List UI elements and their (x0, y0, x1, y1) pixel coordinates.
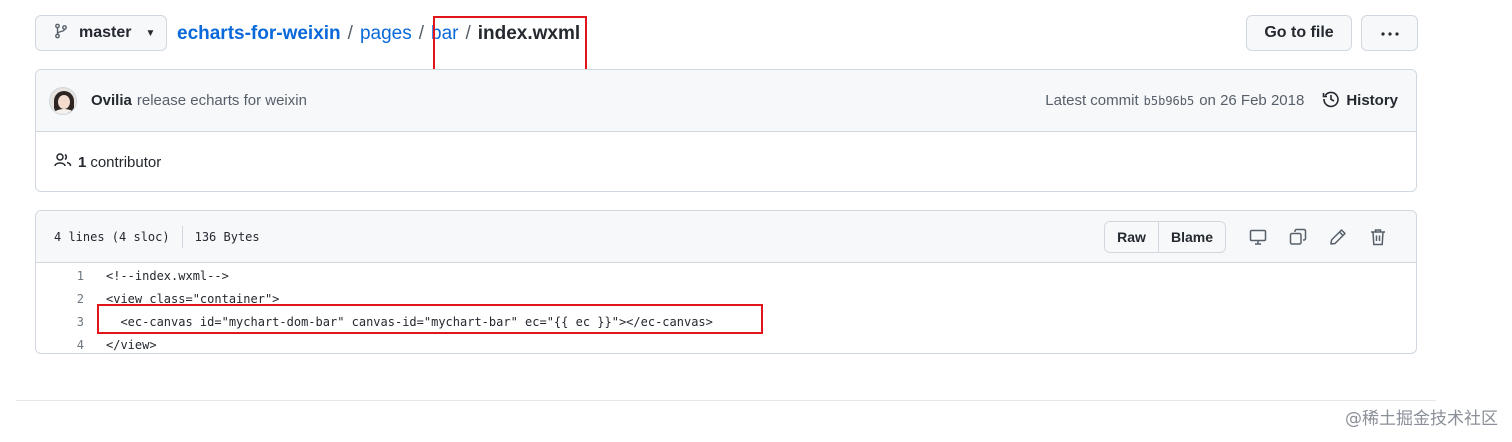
code-text: <!--index.wxml--> (106, 268, 229, 283)
contributors-label: contributor (90, 153, 162, 171)
desktop-icon[interactable] (1238, 221, 1278, 253)
code-line: 4 </view> (36, 333, 1416, 353)
code-line: 2 <view class="container"> (36, 287, 1416, 310)
avatar[interactable] (49, 86, 77, 115)
kebab-horizontal-icon (1380, 24, 1400, 42)
caret-down-icon: ▼ (145, 27, 156, 39)
breadcrumb-bar-link[interactable]: bar (431, 23, 458, 45)
commit-message-link[interactable]: release echarts for weixin (137, 92, 307, 109)
git-branch-icon (53, 23, 69, 44)
code-block: 1 <!--index.wxml--> 2 <view class="conta… (36, 263, 1416, 353)
contributors-count[interactable]: 1 (78, 154, 86, 171)
history-icon (1322, 90, 1340, 112)
code-line: 1 <!--index.wxml--> (36, 264, 1416, 287)
pencil-icon[interactable] (1318, 221, 1358, 253)
line-number[interactable]: 2 (36, 292, 84, 306)
contributors-row: 1 contributor (36, 132, 1416, 191)
divider (181, 225, 183, 248)
line-number[interactable]: 1 (36, 269, 84, 283)
breadcrumb: echarts-for-weixin / pages / bar / index… (177, 20, 580, 48)
copy-icon[interactable] (1278, 221, 1318, 253)
latest-commit-box: Ovilia release echarts for weixin Latest… (35, 69, 1417, 192)
raw-button[interactable]: Raw (1105, 221, 1159, 252)
breadcrumb-repo-link[interactable]: echarts-for-weixin (177, 23, 341, 45)
code-text: </view> (106, 337, 157, 352)
breadcrumb-separator: / (465, 23, 471, 44)
raw-blame-group: Raw Blame (1104, 220, 1226, 253)
history-link[interactable]: History (1322, 90, 1398, 112)
people-icon (54, 152, 72, 172)
divider (16, 400, 1436, 401)
file-header: 4 lines (4 sloc) 136 Bytes Raw Blame (36, 211, 1416, 263)
branch-select-button[interactable]: master ▼ (35, 15, 167, 51)
watermark: @稀土掘金技术社区 (1345, 409, 1498, 429)
breadcrumb-pages-link[interactable]: pages (360, 23, 412, 45)
breadcrumb-separator: / (418, 23, 424, 44)
file-size: 136 Bytes (194, 229, 260, 244)
code-text: <view class="container"> (106, 291, 280, 306)
line-number[interactable]: 3 (36, 315, 84, 329)
commit-date: on 26 Feb 2018 (1199, 92, 1305, 109)
commit-sha-link[interactable]: b5b96b5 (1144, 94, 1195, 108)
code-text: <ec-canvas id="mychart-dom-bar" canvas-i… (106, 314, 713, 329)
breadcrumb-current-file: index.wxml (477, 23, 581, 44)
latest-commit-label: Latest commit (1045, 92, 1139, 109)
blame-button[interactable]: Blame (1159, 221, 1225, 252)
code-line: 3 <ec-canvas id="mychart-dom-bar" canvas… (36, 310, 1416, 333)
history-label: History (1346, 92, 1398, 109)
commit-author-link[interactable]: Ovilia (91, 92, 132, 109)
file-viewer: 4 lines (4 sloc) 136 Bytes Raw Blame 1 <… (35, 210, 1417, 354)
more-options-button[interactable] (1361, 15, 1418, 51)
breadcrumb-separator: / (347, 23, 353, 44)
trash-icon[interactable] (1358, 221, 1398, 253)
line-number[interactable]: 4 (36, 338, 84, 352)
file-lines-info: 4 lines (4 sloc) (54, 229, 170, 244)
go-to-file-button[interactable]: Go to file (1246, 15, 1352, 51)
branch-name: master (79, 24, 132, 41)
commit-header: Ovilia release echarts for weixin Latest… (36, 70, 1416, 132)
